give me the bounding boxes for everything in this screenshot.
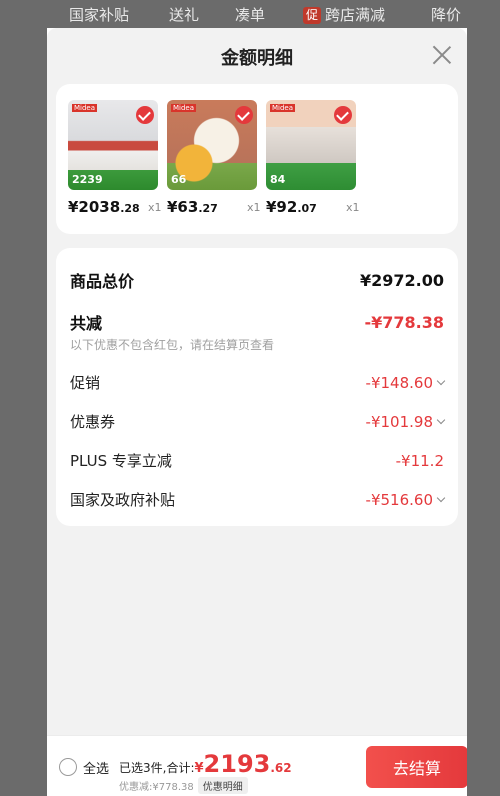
plus-row: PLUS 专享立减 -¥11.2	[70, 450, 444, 471]
thumb-price-tag: 66	[171, 173, 187, 186]
coupon-row[interactable]: 优惠券 -¥101.98	[70, 411, 446, 432]
product-thumbnail: Midea 84	[266, 100, 356, 190]
tab-bundle[interactable]: 凑单	[235, 4, 265, 25]
product-qty: x1	[247, 201, 261, 214]
brand-mark: Midea	[270, 104, 296, 112]
overlay-right[interactable]	[467, 28, 500, 796]
checked-icon	[235, 106, 253, 124]
background-tab-bar: 国家补贴 送礼 凑单 促跨店满减 降价	[0, 0, 500, 28]
thumb-price-tag: 84	[270, 173, 286, 186]
chevron-down-icon[interactable]	[436, 493, 446, 502]
subsidy-label: 国家及政府补贴	[70, 491, 176, 509]
select-all-label[interactable]: 全选	[83, 758, 109, 777]
discount-note: 以下优惠不包含红包，请在结算页查看	[70, 338, 275, 352]
total-reduce-value: -¥778.38	[364, 312, 444, 332]
product-price: ¥63.27	[167, 198, 218, 216]
chevron-down-icon[interactable]	[436, 376, 446, 385]
product-qty: x1	[148, 201, 162, 214]
close-icon[interactable]	[431, 44, 453, 66]
promotion-label: 促销	[70, 374, 101, 392]
overlay-left[interactable]	[0, 28, 47, 796]
promotion-value: -¥148.60	[366, 374, 446, 392]
product-item[interactable]: Midea 84 ¥92.07 x1	[266, 100, 360, 216]
tab-cross-store-label: 跨店满减	[325, 6, 386, 24]
amount-detail-sheet: 金额明细 Midea 2239 ¥2038.28 x1 Midea 66 ¥63…	[47, 28, 467, 796]
coupon-label: 优惠券	[70, 413, 116, 431]
tab-gift[interactable]: 送礼	[169, 4, 199, 25]
tab-cross-store[interactable]: 促跨店满减	[303, 4, 385, 25]
checkout-bar: 全选 已选3件,合计:¥2193.62 优惠减:¥778.38 优惠明细 去结算	[47, 735, 467, 796]
total-reduce-label: 共减	[70, 314, 103, 333]
checkout-button[interactable]: 去结算	[366, 746, 467, 788]
selected-summary: 已选3件,合计:¥2193.62	[119, 750, 292, 778]
coupon-value: -¥101.98	[366, 413, 446, 431]
chevron-down-icon[interactable]	[436, 415, 446, 424]
select-all-radio[interactable]	[59, 758, 77, 776]
selected-prefix: 已选3件,合计:	[119, 761, 195, 775]
total-reduce-row: 共减 -¥778.38	[70, 310, 444, 334]
subsidy-row[interactable]: 国家及政府补贴 -¥516.60	[70, 489, 446, 510]
thumb-price-tag: 2239	[72, 173, 103, 186]
discount-text: 优惠减:¥778.38	[119, 782, 194, 793]
checked-icon	[334, 106, 352, 124]
promo-badge: 促	[303, 7, 322, 24]
price-summary: 商品总价 ¥2972.00 共减 -¥778.38 以下优惠不包含红包，请在结算…	[56, 248, 458, 526]
product-thumbnail: Midea 66	[167, 100, 257, 190]
sheet-title: 金额明细	[221, 48, 293, 69]
product-item[interactable]: Midea 66 ¥63.27 x1	[167, 100, 261, 216]
total-amount: ¥2193.62	[194, 750, 292, 778]
plus-value: -¥11.2	[395, 451, 444, 470]
brand-mark: Midea	[171, 104, 197, 112]
product-list: Midea 2239 ¥2038.28 x1 Midea 66 ¥63.27 x…	[56, 84, 458, 234]
promotion-row[interactable]: 促销 -¥148.60	[70, 372, 446, 393]
tab-price-drop[interactable]: 降价	[431, 4, 461, 25]
discount-detail-button[interactable]: 优惠明细	[197, 777, 248, 794]
product-item[interactable]: Midea 2239 ¥2038.28 x1	[68, 100, 162, 216]
product-price: ¥2038.28	[68, 198, 140, 216]
tab-national-subsidy[interactable]: 国家补贴	[69, 4, 129, 25]
discount-summary: 优惠减:¥778.38 优惠明细	[119, 777, 248, 794]
plus-label: PLUS 专享立减	[70, 452, 172, 470]
product-thumbnail: Midea 2239	[68, 100, 158, 190]
total-price-label: 商品总价	[70, 272, 135, 291]
total-price-row: 商品总价 ¥2972.00	[70, 268, 444, 292]
product-qty: x1	[346, 201, 360, 214]
brand-mark: Midea	[72, 104, 98, 112]
product-price: ¥92.07	[266, 198, 317, 216]
checked-icon	[136, 106, 154, 124]
total-price-value: ¥2972.00	[359, 270, 444, 290]
subsidy-value: -¥516.60	[366, 491, 446, 509]
